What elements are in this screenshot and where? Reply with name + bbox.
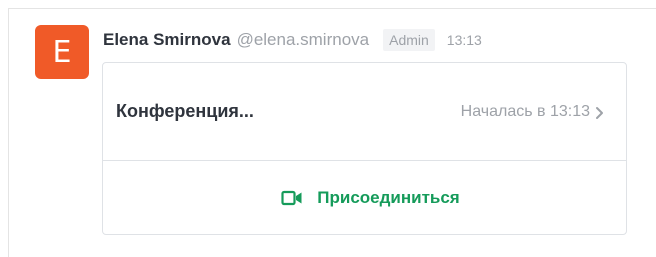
conference-status: Началась в 13:13 xyxy=(460,103,590,120)
avatar-letter: E xyxy=(52,34,72,70)
join-button-label: Присоединиться xyxy=(317,188,460,207)
chevron-right-icon xyxy=(596,107,603,119)
role-badge: Admin xyxy=(383,29,435,51)
video-conference-card: Конференция... Началась в 13:13 Присоеди… xyxy=(102,62,627,235)
avatar[interactable]: E xyxy=(35,25,89,79)
conference-info-row[interactable]: Конференция... Началась в 13:13 xyxy=(103,63,626,161)
video-camera-icon xyxy=(281,190,302,206)
join-button[interactable]: Присоединиться xyxy=(103,161,626,235)
conference-title: Конференция... xyxy=(116,101,254,121)
author-username[interactable]: @elena.smirnova xyxy=(237,30,370,50)
message-timestamp: 13:13 xyxy=(446,32,482,48)
message-header: Elena Smirnova @elena.smirnova Admin 13:… xyxy=(103,28,482,52)
author-name[interactable]: Elena Smirnova xyxy=(103,30,231,50)
